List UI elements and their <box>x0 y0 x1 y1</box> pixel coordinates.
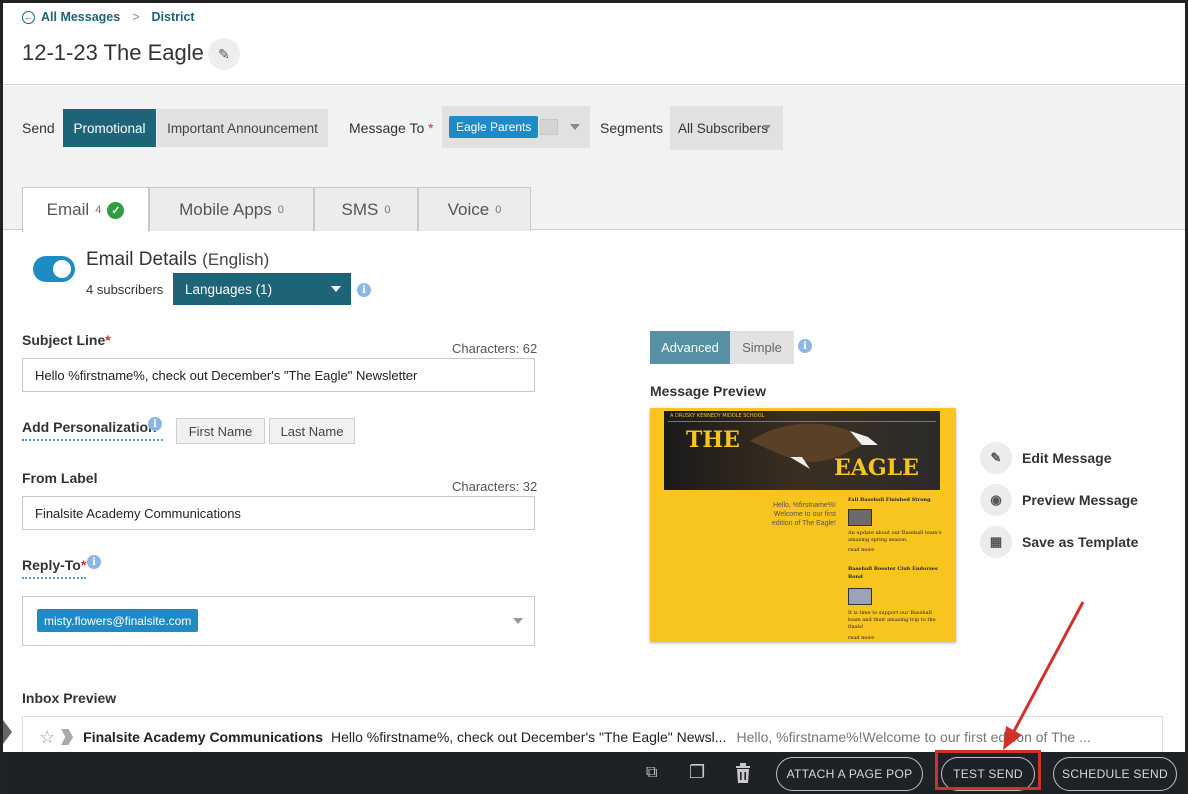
eye-icon: ◉ <box>980 484 1012 516</box>
email-details-toggle[interactable] <box>33 256 75 282</box>
tab-sms-label: SMS <box>341 199 379 219</box>
check-circle-icon: ✓ <box>107 201 125 219</box>
article-1-title: Fall Baseball Finished Strong <box>848 497 931 503</box>
newsletter-title-eagle: EAGLE <box>834 455 919 481</box>
back-arrow-icon[interactable]: ← <box>22 10 35 24</box>
recipient-checkbox[interactable] <box>540 119 558 135</box>
subject-character-count: Characters: 62 <box>452 341 538 356</box>
article-2-title: Baseball Booster Club Endorses Bond <box>848 566 938 580</box>
tab-sms-count: 0 <box>384 203 391 216</box>
from-label-label: From Label <box>22 470 98 486</box>
reply-to-email-chip[interactable]: misty.flowers@finalsite.com <box>37 609 199 632</box>
article-1-read-more: read more <box>848 547 875 553</box>
reply-to-label: Reply-To* <box>22 557 87 579</box>
message-preview-thumbnail[interactable]: A DRUSKY KENNEDY MIDDLE SCHOOL THE EAGLE… <box>650 408 956 642</box>
save-as-template-label: Save as Template <box>1022 534 1139 550</box>
newsletter-greeting: Hello, %firstname%! Welcome to our first… <box>771 502 836 528</box>
preview-message-action[interactable]: ◉ Preview Message <box>980 484 1138 516</box>
save-as-template-action[interactable]: ▦ Save as Template <box>980 526 1138 558</box>
inbox-from: Finalsite Academy Communications <box>83 729 324 745</box>
languages-label: Languages (1) <box>185 281 273 297</box>
languages-dropdown[interactable]: Languages (1) <box>173 273 351 305</box>
subject-line-label: Subject Line* <box>22 332 111 348</box>
message-to-label: Message To * <box>349 120 434 136</box>
edit-message-label: Edit Message <box>1022 450 1112 466</box>
article-1-text: An update about our Baseball team's amaz… <box>848 530 942 543</box>
breadcrumb: ← All Messages > District <box>22 10 195 24</box>
test-send-highlight-box <box>935 750 1041 790</box>
breadcrumb-district[interactable]: District <box>152 10 195 24</box>
tab-mobile-apps[interactable]: Mobile Apps 0 <box>149 187 314 231</box>
chevron-down-icon[interactable] <box>570 124 580 130</box>
article-1-image <box>848 509 872 526</box>
segments-label: Segments <box>600 120 664 136</box>
info-icon[interactable]: i <box>798 339 812 353</box>
segments-value: All Subscribers <box>678 120 769 136</box>
edit-message-action[interactable]: ✎ Edit Message <box>980 442 1111 474</box>
chevron-down-icon[interactable] <box>513 618 523 624</box>
tab-sms[interactable]: SMS 0 <box>314 187 418 231</box>
page-title: 12-1-23 The Eagle <box>22 40 204 65</box>
first-name-button[interactable]: First Name <box>176 418 265 444</box>
send-important-announcement-button[interactable]: Important Announcement <box>157 109 328 147</box>
subject-line-input[interactable]: Hello %firstname%, check out December's … <box>22 358 535 392</box>
breadcrumb-all-messages[interactable]: All Messages <box>41 10 120 24</box>
inbox-preview-label: Inbox Preview <box>22 690 117 706</box>
tab-email[interactable]: Email 4 ✓ <box>22 187 149 232</box>
template-icon: ▦ <box>980 526 1012 558</box>
message-preview-label: Message Preview <box>650 383 766 399</box>
preview-message-label: Preview Message <box>1022 492 1138 508</box>
pencil-icon: ✎ <box>218 45 230 62</box>
tab-voice-count: 0 <box>495 203 502 216</box>
from-label-input[interactable]: Finalsite Academy Communications <box>22 496 535 530</box>
side-panel-handle[interactable] <box>0 716 12 748</box>
importance-marker-icon <box>61 729 74 745</box>
move-folder-icon[interactable]: ⧉ <box>646 764 657 782</box>
send-label: Send <box>22 120 55 136</box>
info-icon[interactable]: i <box>148 417 162 431</box>
from-character-count: Characters: 32 <box>452 479 538 494</box>
copy-icon[interactable]: ❐ <box>689 762 705 783</box>
inbox-subject: Hello %firstname%, check out December's … <box>331 729 727 745</box>
tab-email-label: Email <box>46 200 90 219</box>
advanced-mode-button[interactable]: Advanced <box>650 331 730 364</box>
article-2-image <box>848 588 872 605</box>
edit-title-button[interactable]: ✎ <box>208 38 240 70</box>
tab-voice[interactable]: Voice 0 <box>418 187 531 231</box>
tab-voice-label: Voice <box>447 199 490 219</box>
chevron-down-icon <box>331 286 341 292</box>
tab-mobile-apps-count: 0 <box>277 203 284 216</box>
segments-chevron-icon[interactable] <box>763 125 771 130</box>
star-icon[interactable]: ☆ <box>39 727 55 748</box>
attach-page-pop-button[interactable]: ATTACH A PAGE POP <box>776 757 923 791</box>
add-personalization-label: Add Personalization <box>22 419 163 441</box>
tab-email-count: 4 <box>95 204 102 216</box>
pencil-icon: ✎ <box>980 442 1012 474</box>
info-icon[interactable]: i <box>357 283 371 297</box>
subscriber-count: 4 subscribers <box>86 282 164 297</box>
schedule-send-button[interactable]: SCHEDULE SEND <box>1053 757 1177 791</box>
simple-mode-button[interactable]: Simple <box>730 331 794 364</box>
info-icon[interactable]: i <box>87 555 101 569</box>
tab-mobile-apps-label: Mobile Apps <box>179 199 272 219</box>
newsletter-banner: A DRUSKY KENNEDY MIDDLE SCHOOL THE EAGLE <box>664 411 940 490</box>
send-promotional-button[interactable]: Promotional <box>63 109 156 147</box>
last-name-button[interactable]: Last Name <box>269 418 355 444</box>
recipient-chip[interactable]: Eagle Parents <box>449 116 539 138</box>
article-2-read-more: read more <box>848 635 875 641</box>
newsletter-title-the: THE <box>686 427 740 453</box>
article-2-text: It is time to support our Baseball team … <box>848 610 936 630</box>
trash-icon[interactable] <box>734 763 752 783</box>
page-header: ← All Messages > District 12-1-23 The Ea… <box>0 0 1188 85</box>
breadcrumb-separator: > <box>132 10 140 24</box>
email-details-title: Email Details (English) <box>86 249 270 270</box>
inbox-snippet: Hello, %firstname%!Welcome to our first … <box>736 729 1091 745</box>
